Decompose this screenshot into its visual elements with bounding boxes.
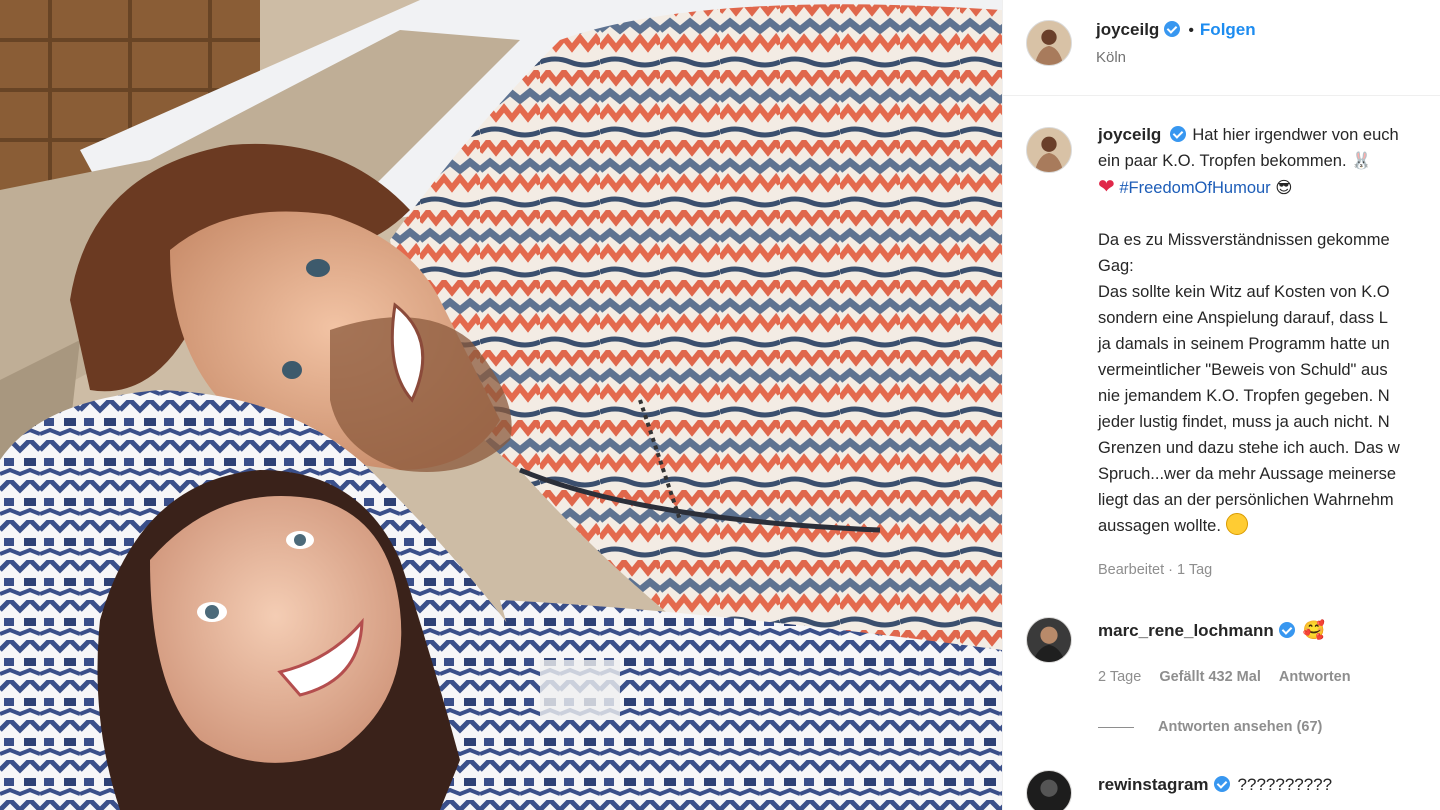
comment-text: 🥰 xyxy=(1302,620,1326,640)
post-location[interactable]: Köln xyxy=(1096,49,1126,66)
author-avatar-image xyxy=(1027,21,1071,65)
caption-body-line: Da es zu Missverständnissen gekomme xyxy=(1098,231,1390,249)
comment-text: ?????????? xyxy=(1237,775,1333,794)
caption-body-line: Das sollte kein Witz auf Kosten von K.O xyxy=(1098,283,1390,301)
selfie-image xyxy=(0,0,1002,810)
caption-body-line: liegt das an der persönlichen Wahrnehm xyxy=(1098,491,1394,509)
red-heart-emoji: ❤ xyxy=(1098,176,1115,198)
view-replies-button[interactable]: Antworten ansehen (67) xyxy=(1098,719,1322,735)
comment-age: 2 Tage xyxy=(1098,669,1142,685)
author-avatar[interactable] xyxy=(1026,20,1072,66)
commenter-username[interactable]: marc_rene_lochmann xyxy=(1098,621,1274,640)
separator-dot: • xyxy=(1188,22,1194,39)
caption-author-avatar[interactable] xyxy=(1026,127,1072,173)
caption-body-line: vermeintlicher "Beweis von Schuld" aus xyxy=(1098,361,1388,379)
verified-badge-icon xyxy=(1278,622,1295,638)
caption-author-username[interactable]: joyceilg xyxy=(1098,125,1161,144)
winking-kiss-emoji-icon xyxy=(1225,513,1248,535)
caption-body-line: ja damals in seinem Programm hatte un xyxy=(1098,335,1390,353)
bunny-emoji-icon: 🐰 xyxy=(1351,152,1372,170)
commenter-avatar[interactable] xyxy=(1026,770,1072,810)
caption-line: Hat hier irgendwer von euch xyxy=(1192,126,1399,144)
caption-author-avatar-image xyxy=(1027,128,1071,172)
reply-divider-line xyxy=(1098,726,1134,728)
post-side-panel: joyceilg • Folgen Köln joyceilg Hat hier ir… xyxy=(1002,0,1440,810)
view-replies-label: Antworten ansehen (67) xyxy=(1158,719,1323,735)
verified-badge-icon xyxy=(1213,776,1230,792)
author-username[interactable]: joyceilg xyxy=(1096,20,1159,39)
follow-button[interactable]: Folgen xyxy=(1200,20,1256,39)
verified-badge-icon xyxy=(1170,126,1187,142)
caption-line: ein paar K.O. Tropfen bekommen. xyxy=(1098,152,1347,170)
caption-body-line: jeder lustig findet, muss ja auch nicht.… xyxy=(1098,413,1390,431)
caption-body-line: Spruch...wer da mehr Aussage meinerse xyxy=(1098,465,1397,483)
reply-button[interactable]: Antworten xyxy=(1279,669,1351,685)
commenter-avatar-image xyxy=(1027,771,1071,810)
edited-timestamp: Bearbeitet · 1 Tag xyxy=(1098,562,1213,578)
post-header: joyceilg • Folgen Köln xyxy=(1003,0,1440,96)
caption-body-line: Gag: xyxy=(1098,257,1134,275)
sunglasses-emoji-icon: 😎 xyxy=(1275,179,1293,197)
caption-body-line: Grenzen und dazu stehe ich auch. Das w xyxy=(1098,439,1400,457)
caption-body-line: aussagen wollte. xyxy=(1098,517,1221,535)
comment-likes[interactable]: Gefällt 432 Mal xyxy=(1159,669,1261,685)
caption-body-line: nie jemandem K.O. Tropfen gegeben. N xyxy=(1098,387,1390,405)
commenter-avatar[interactable] xyxy=(1026,617,1072,663)
post-photo[interactable] xyxy=(0,0,1002,810)
caption-body-line: sondern eine Anspielung darauf, dass L xyxy=(1098,309,1388,327)
commenter-avatar-image xyxy=(1027,618,1071,662)
commenter-username[interactable]: rewinstagram xyxy=(1098,775,1209,794)
hashtag-link[interactable]: #FreedomOfHumour xyxy=(1119,179,1270,197)
caption-text: joyceilg Hat hier irgendwer von euch ein … xyxy=(1098,122,1440,583)
verified-badge-icon xyxy=(1164,21,1181,37)
